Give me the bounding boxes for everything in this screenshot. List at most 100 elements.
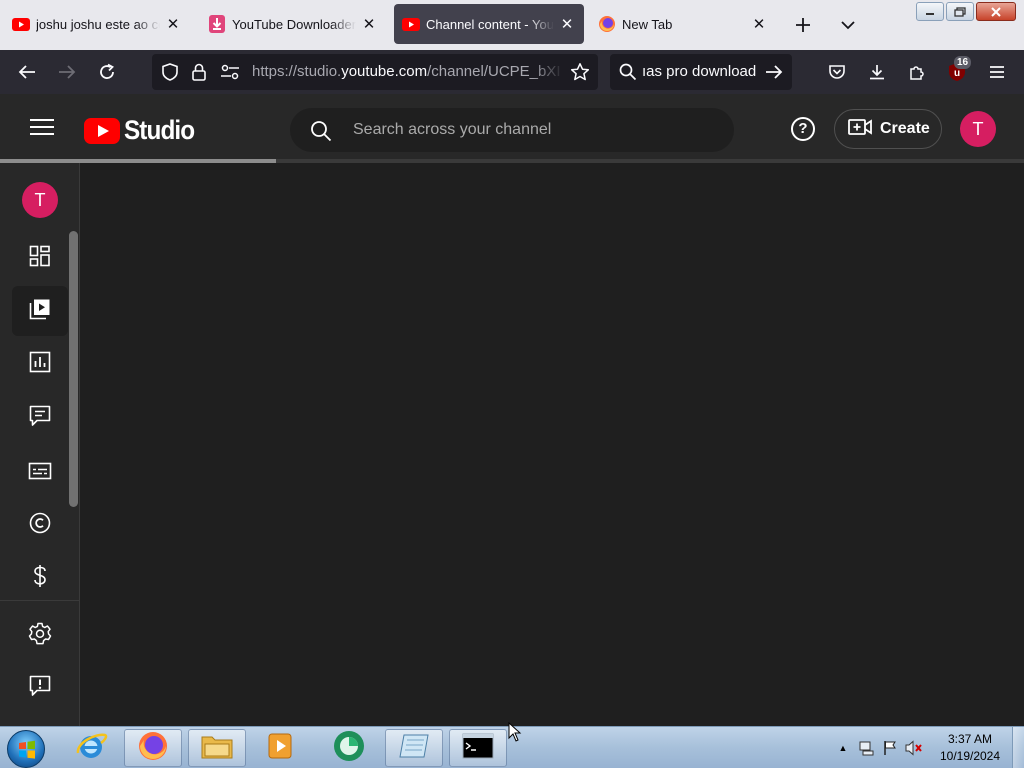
search-icon <box>310 120 332 147</box>
mouse-cursor-icon <box>508 721 522 747</box>
copyright-icon <box>29 512 51 539</box>
volume-muted-icon[interactable] <box>905 739 923 757</box>
forward-button[interactable] <box>54 59 80 85</box>
web-search-bar[interactable]: ıas pro download <box>610 54 792 90</box>
sidebar-item-copyright[interactable] <box>12 500 68 550</box>
comments-icon <box>29 405 51 432</box>
network-icon[interactable] <box>857 739 875 757</box>
sidebar-item-analytics[interactable] <box>12 339 68 389</box>
dashboard-icon <box>29 245 51 272</box>
svg-text:u: u <box>954 68 960 79</box>
sidebar-item-comments[interactable] <box>12 393 68 443</box>
channel-search-box[interactable]: Search across your channel <box>290 108 734 152</box>
taskbar-file-explorer[interactable] <box>188 729 246 767</box>
tab-title: joshu joshu este ao co <box>36 16 160 32</box>
close-tab-icon[interactable]: ✕ <box>750 15 768 33</box>
hamburger-menu-icon[interactable] <box>30 119 54 137</box>
sidebar-divider <box>0 600 79 601</box>
url-prefix: https://studio. <box>252 63 342 80</box>
url-bar[interactable]: https://studio.youtube.com/channel/UCPE_… <box>152 54 598 90</box>
show-desktop-button[interactable] <box>1012 727 1024 768</box>
clock-date: 10/19/2024 <box>939 749 1001 763</box>
feedback-icon <box>29 675 51 702</box>
tab-title: Channel content - YouTube <box>426 16 554 32</box>
lock-icon[interactable] <box>190 62 208 87</box>
subtitles-icon <box>28 462 52 485</box>
browser-tab-strip: joshu joshu este ao co ✕ YouTube Downloa… <box>0 0 1024 50</box>
tracking-protection-icon[interactable] <box>160 62 180 87</box>
reload-button[interactable] <box>94 59 120 85</box>
search-placeholder: Search across your channel <box>353 121 552 138</box>
url-text[interactable]: https://studio.youtube.com/channel/UCPE_… <box>252 54 564 90</box>
studio-logo-text: Studio <box>124 115 195 145</box>
youtube-icon <box>402 15 420 33</box>
sidebar-item-settings[interactable] <box>12 611 68 661</box>
browser-toolbar: https://studio.youtube.com/channel/UCPE_… <box>0 50 1024 94</box>
sidebar-item-content[interactable] <box>12 286 68 336</box>
start-button[interactable] <box>7 730 45 768</box>
create-button[interactable]: Create <box>834 109 942 149</box>
taskbar-clock[interactable]: 3:37 AM 10/19/2024 <box>934 731 1006 765</box>
gear-icon <box>28 622 52 651</box>
tab-channel-content[interactable]: Channel content - YouTube ✕ <box>394 4 584 44</box>
extensions-icon[interactable] <box>904 59 930 85</box>
restore-button[interactable] <box>946 2 974 21</box>
taskbar-green-app[interactable] <box>320 729 378 767</box>
go-arrow-icon[interactable] <box>765 64 783 85</box>
channel-avatar[interactable]: T <box>22 182 58 218</box>
minimize-button[interactable] <box>916 2 944 21</box>
extension-badge-count: 16 <box>954 56 972 69</box>
green-app-icon <box>332 729 366 768</box>
close-window-button[interactable] <box>976 2 1016 21</box>
close-tab-icon[interactable]: ✕ <box>360 15 378 33</box>
close-tab-icon[interactable]: ✕ <box>558 15 576 33</box>
firefox-icon <box>137 730 169 767</box>
url-path: /channel/UCPE_bXI <box>427 63 561 80</box>
tab-joshu[interactable]: joshu joshu este ao co ✕ <box>4 4 190 44</box>
bookmark-star-icon[interactable] <box>570 62 590 87</box>
taskbar-command-prompt[interactable] <box>449 729 507 767</box>
list-all-tabs-button[interactable] <box>835 12 861 38</box>
tab-new-tab[interactable]: New Tab ✕ <box>590 4 776 44</box>
sidebar-item-send-feedback[interactable] <box>12 663 68 713</box>
downloads-icon[interactable] <box>864 59 890 85</box>
studio-logo[interactable]: Studio <box>84 115 202 146</box>
url-domain: youtube.com <box>341 63 428 80</box>
menu-icon[interactable] <box>984 59 1010 85</box>
taskbar-internet-explorer[interactable] <box>62 729 120 767</box>
taskbar-firefox[interactable] <box>124 729 182 767</box>
screen: joshu joshu este ao co ✕ YouTube Downloa… <box>0 0 1024 768</box>
command-prompt-icon <box>462 733 494 764</box>
youtube-logo-icon <box>84 117 120 144</box>
tab-youtube-downloader[interactable]: YouTube Downloader ✕ <box>200 4 386 44</box>
download-icon <box>208 15 226 33</box>
sidebar-scrollbar[interactable] <box>69 231 78 507</box>
web-search-text[interactable]: ıas pro download <box>642 54 756 90</box>
new-tab-button[interactable] <box>790 12 816 38</box>
help-icon[interactable]: ? <box>791 117 815 141</box>
clock-time: 3:37 AM <box>947 732 993 746</box>
firefox-icon <box>598 15 616 33</box>
close-tab-icon[interactable]: ✕ <box>164 15 182 33</box>
action-center-flag-icon[interactable] <box>881 739 899 757</box>
sidebar-item-earn[interactable] <box>12 553 68 603</box>
tab-title: New Tab <box>622 16 673 32</box>
dollar-icon <box>32 564 48 593</box>
sidebar-item-dashboard[interactable] <box>12 233 68 283</box>
permissions-icon[interactable] <box>220 63 240 86</box>
media-player-icon <box>266 731 296 766</box>
taskbar-notepad[interactable] <box>385 729 443 767</box>
internet-explorer-icon <box>74 729 108 768</box>
create-video-icon <box>848 118 872 141</box>
pocket-icon[interactable] <box>824 59 850 85</box>
file-explorer-icon <box>200 731 234 766</box>
account-avatar[interactable]: T <box>960 111 996 147</box>
sidebar-item-subtitles[interactable] <box>12 448 68 498</box>
tab-title: YouTube Downloader <box>232 16 356 32</box>
back-button[interactable] <box>14 59 40 85</box>
create-label: Create <box>880 120 930 137</box>
show-hidden-icons-button[interactable]: ▲ <box>834 739 852 757</box>
window-controls <box>914 2 1016 22</box>
taskbar-media-player[interactable] <box>252 729 310 767</box>
analytics-icon <box>29 351 51 378</box>
